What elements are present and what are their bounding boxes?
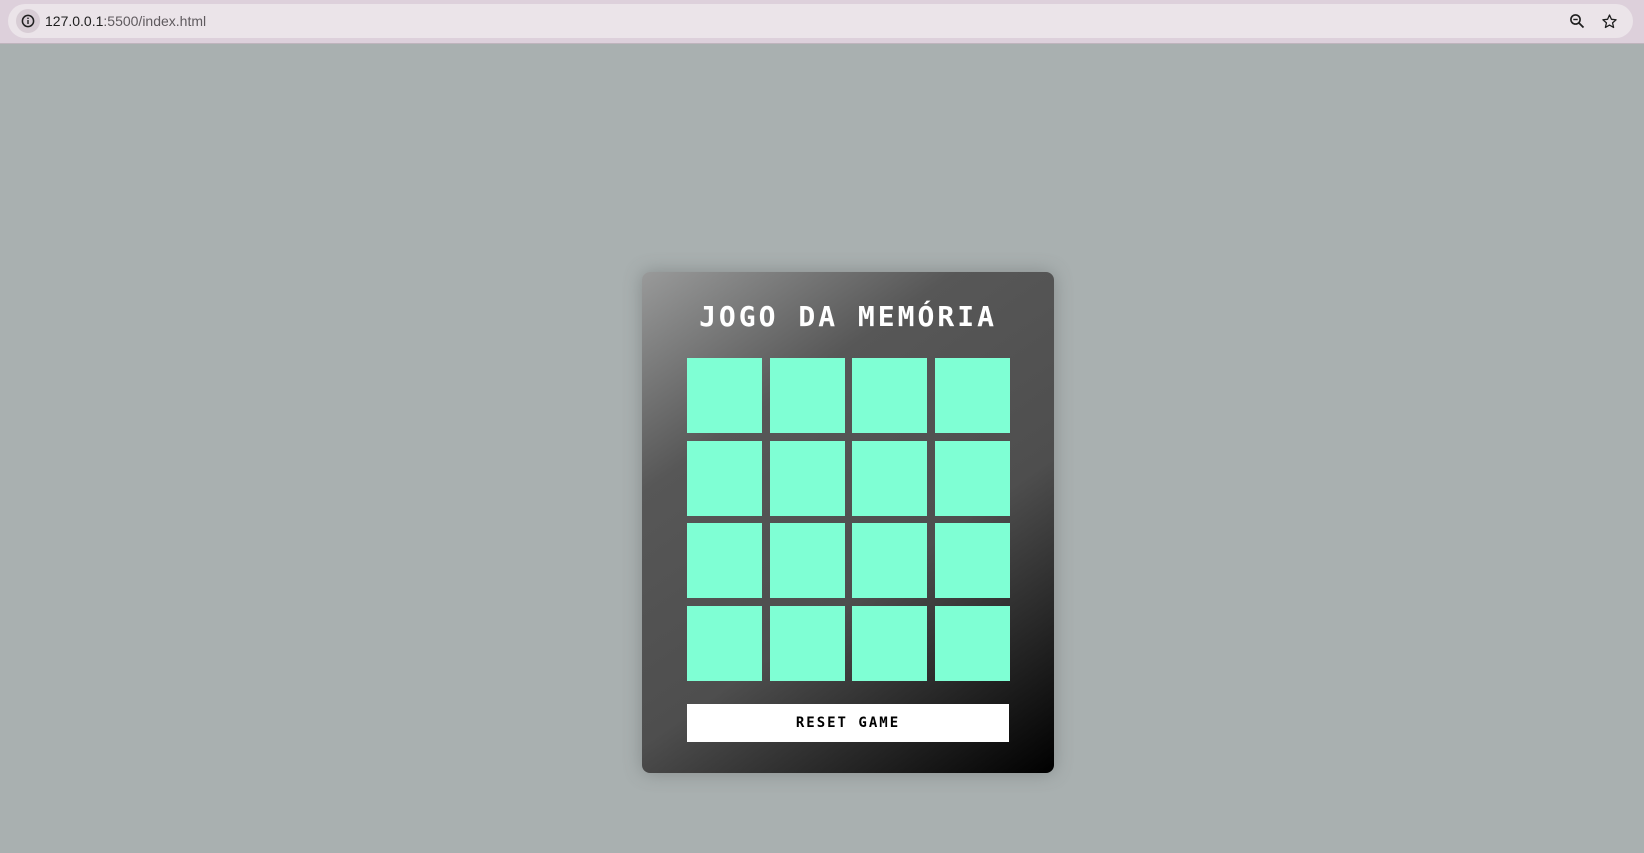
memory-card-8[interactable] <box>934 440 1010 516</box>
memory-card-1[interactable] <box>687 358 762 433</box>
memory-card-2[interactable] <box>769 358 845 433</box>
site-info-button[interactable] <box>16 9 40 33</box>
info-icon <box>21 14 35 28</box>
game-board <box>687 358 1010 681</box>
memory-card-14[interactable] <box>769 605 845 681</box>
memory-card-9[interactable] <box>687 523 762 598</box>
address-bar[interactable]: 127.0.0.1:5500/index.html <box>8 4 1633 38</box>
memory-card-4[interactable] <box>934 358 1010 433</box>
bookmark-button[interactable] <box>1597 9 1621 33</box>
memory-card-3[interactable] <box>852 358 927 433</box>
memory-card-5[interactable] <box>687 440 762 516</box>
url-path: :5500/index.html <box>103 13 207 29</box>
memory-card-16[interactable] <box>934 605 1010 681</box>
star-icon <box>1601 13 1617 28</box>
url-text[interactable]: 127.0.0.1:5500/index.html <box>45 13 206 29</box>
memory-card-13[interactable] <box>687 605 762 681</box>
memory-card-10[interactable] <box>769 523 845 598</box>
reset-game-button[interactable]: RESET GAME <box>687 704 1009 742</box>
browser-toolbar: 127.0.0.1:5500/index.html <box>0 0 1644 44</box>
memory-card-6[interactable] <box>769 440 845 516</box>
game-container: JOGO DA MEMÓRIA RESET GAME <box>642 272 1054 773</box>
zoom-out-icon <box>1570 14 1585 29</box>
memory-card-15[interactable] <box>852 605 927 681</box>
memory-card-7[interactable] <box>852 440 927 516</box>
game-title: JOGO DA MEMÓRIA <box>699 300 997 333</box>
zoom-button[interactable] <box>1565 9 1589 33</box>
url-host: 127.0.0.1 <box>45 13 104 29</box>
memory-card-11[interactable] <box>852 523 927 598</box>
memory-card-12[interactable] <box>934 523 1010 598</box>
